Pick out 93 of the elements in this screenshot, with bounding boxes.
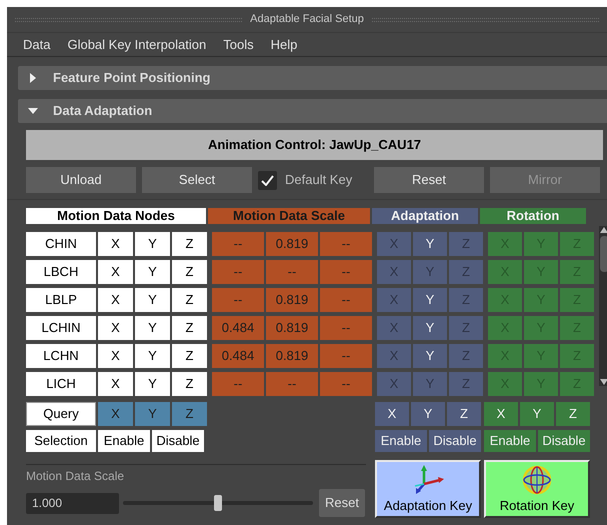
selection-button[interactable]: Selection [26, 430, 96, 452]
reset-button[interactable]: Reset [319, 489, 365, 517]
scale-value: -- [212, 288, 264, 312]
scale-slider[interactable] [123, 492, 313, 514]
column-header: Rotation [480, 208, 586, 224]
scale-value: -- [320, 316, 372, 340]
disable-button[interactable]: Disable [152, 430, 204, 452]
window-title: Adaptable Facial Setup [250, 12, 364, 28]
axis-button[interactable]: X [98, 260, 133, 284]
axis-toggle[interactable]: X [484, 402, 518, 426]
query-button[interactable]: Query [26, 402, 96, 426]
axis-button[interactable]: Y [135, 316, 170, 340]
axis-toggle[interactable]: Y [413, 288, 447, 312]
axis-button[interactable]: Z [172, 372, 207, 396]
scale-value: 0.819 [266, 316, 318, 340]
scale-input[interactable]: 1.000 [26, 492, 119, 514]
scroll-down-icon[interactable] [599, 378, 607, 386]
axis-toggle[interactable]: X [375, 402, 409, 426]
disable-button[interactable]: Disable [538, 430, 590, 452]
axis-button[interactable]: X [98, 372, 133, 396]
axis-toggle[interactable]: Y [413, 232, 447, 256]
axis-toggle[interactable]: Z [556, 402, 590, 426]
menu-item[interactable]: Help [270, 34, 298, 54]
axis-button[interactable]: X [98, 316, 133, 340]
scroll-up-icon[interactable] [599, 226, 607, 234]
enable-button[interactable]: Enable [375, 430, 427, 452]
axis-button[interactable]: Y [135, 260, 170, 284]
axis-toggle[interactable]: Y [413, 316, 447, 340]
toolbar-button[interactable]: Reset [374, 167, 484, 193]
axis-button[interactable]: Z [172, 260, 207, 284]
axis-toggle[interactable]: Z [447, 402, 481, 426]
node-name[interactable]: LCHN [26, 344, 96, 368]
scale-value: -- [266, 260, 318, 284]
checkbox[interactable] [258, 170, 277, 190]
section-header[interactable]: Data Adaptation [18, 99, 607, 123]
scrollbar[interactable] [599, 226, 607, 386]
node-name[interactable]: CHIN [26, 232, 96, 256]
motion-data-scale-label: Motion Data Scale [26, 468, 126, 485]
checkbox-label: Default Key [285, 171, 352, 190]
query-axis-button[interactable]: Z [172, 402, 207, 426]
key-button[interactable]: Rotation Key [484, 460, 590, 518]
column-header: Adaptation [372, 208, 478, 224]
axis-button[interactable]: X [98, 288, 133, 312]
query-axis-button[interactable]: X [98, 402, 133, 426]
query-axis-button[interactable]: Y [135, 402, 170, 426]
node-name[interactable]: LBCH [26, 260, 96, 284]
scale-value: 0.819 [266, 344, 318, 368]
animation-control-label: Animation Control: JawUp_CAU17 [26, 130, 603, 160]
axis-button[interactable]: Z [172, 316, 207, 340]
node-name[interactable]: LBLP [26, 288, 96, 312]
scale-value: 0.484 [212, 316, 264, 340]
node-name[interactable]: LCHIN [26, 316, 96, 340]
column-header: Motion Data Scale [208, 208, 370, 224]
axis-button[interactable]: X [98, 232, 133, 256]
scale-value: -- [320, 232, 372, 256]
axis-button[interactable]: Z [172, 344, 207, 368]
disable-button[interactable]: Disable [429, 430, 481, 452]
scale-value: -- [212, 232, 264, 256]
key-button[interactable]: Adaptation Key [375, 460, 481, 518]
scale-value: -- [320, 288, 372, 312]
section-header[interactable]: Feature Point Positioning [18, 66, 607, 90]
axis-button[interactable]: Y [135, 288, 170, 312]
scale-value: 0.484 [212, 344, 264, 368]
node-name[interactable]: LICH [26, 372, 96, 396]
scale-value: -- [266, 372, 318, 396]
scale-value: 0.819 [266, 288, 318, 312]
axis-toggle[interactable]: Y [411, 402, 445, 426]
axis-button[interactable]: Z [172, 288, 207, 312]
scale-value: -- [320, 372, 372, 396]
axis-button[interactable]: X [98, 344, 133, 368]
scale-value: -- [320, 344, 372, 368]
toolbar-button[interactable]: Select [142, 167, 252, 193]
scrollbar-thumb[interactable] [600, 236, 607, 272]
scale-value: -- [320, 260, 372, 284]
axis-button[interactable]: Z [172, 232, 207, 256]
axis-button[interactable]: Y [135, 232, 170, 256]
axis-toggle[interactable]: Y [520, 402, 554, 426]
menu-item[interactable]: Global Key Interpolation [67, 34, 206, 54]
globe-icon [521, 464, 553, 496]
enable-button[interactable]: Enable [98, 430, 150, 452]
scale-value: 0.819 [266, 232, 318, 256]
toolbar-button[interactable]: Unload [26, 167, 136, 193]
axis-toggle[interactable]: Y [413, 344, 447, 368]
scale-value: -- [212, 260, 264, 284]
scale-value: -- [212, 372, 264, 396]
axis-button[interactable]: Y [135, 344, 170, 368]
check-icon [261, 174, 274, 186]
slider-thumb[interactable] [214, 495, 222, 511]
column-header: Motion Data Nodes [26, 208, 206, 224]
enable-button[interactable]: Enable [484, 430, 536, 452]
menu-item[interactable]: Tools [223, 34, 254, 54]
axis-button[interactable]: Y [135, 372, 170, 396]
menu-item[interactable]: Data [23, 34, 50, 54]
